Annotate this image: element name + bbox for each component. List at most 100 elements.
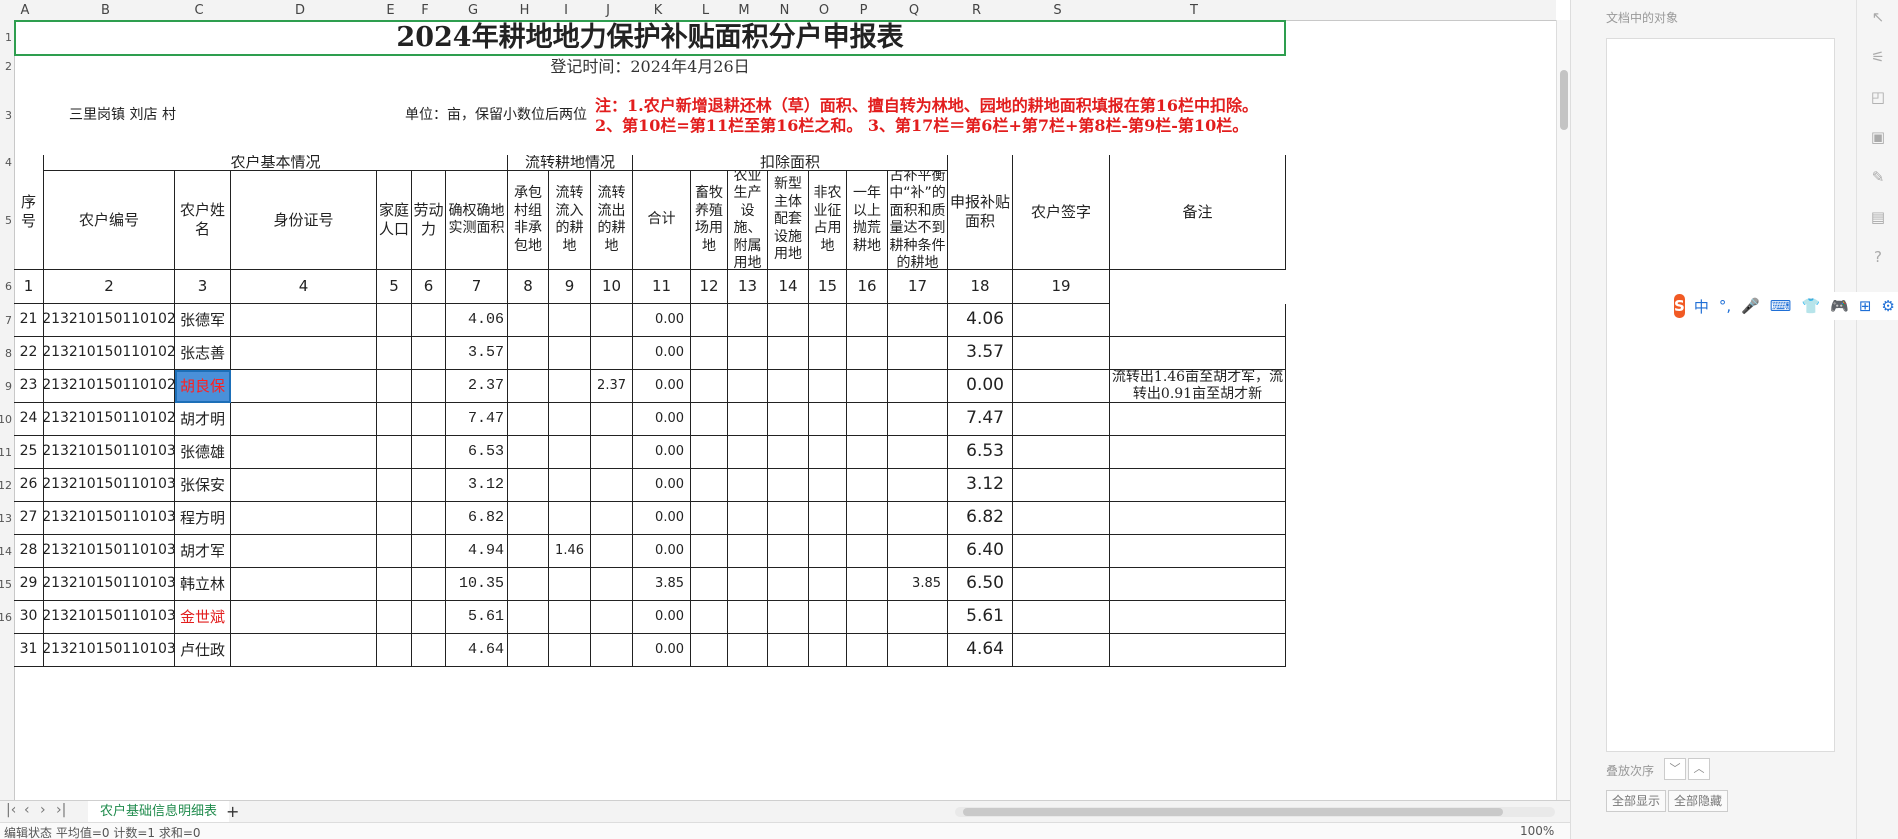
empty-cell[interactable] [231,436,377,469]
empty-cell[interactable] [691,403,728,436]
transfer-out[interactable] [591,337,633,370]
header-area[interactable]: 确权确地实测面积 [446,171,508,270]
empty-cell[interactable] [412,634,446,667]
header-h15[interactable]: 一年以上抛荒耕地 [847,171,888,270]
subsidy-area[interactable]: 6.50 [948,568,1013,601]
empty-cell[interactable] [728,502,768,535]
empty-cell[interactable] [728,469,768,502]
empty-cell[interactable] [377,634,412,667]
column-number[interactable]: 11 [633,270,691,304]
empty-cell[interactable] [691,337,728,370]
farmer-code[interactable]: 42132101501101031 [44,469,175,502]
column-number[interactable]: 3 [175,270,231,304]
compensation-area[interactable] [888,469,948,502]
row-seq[interactable]: 21 [14,304,44,337]
empty-cell[interactable] [377,568,412,601]
empty-cell[interactable] [412,568,446,601]
row-seq[interactable]: 24 [14,403,44,436]
empty-cell[interactable] [231,403,377,436]
deduct-total[interactable]: 0.00 [633,502,691,535]
column-letter[interactable]: Q [884,0,944,20]
header-signature[interactable]: 农户签字 [1013,155,1110,270]
empty-cell[interactable] [412,370,446,403]
empty-cell[interactable] [809,601,847,634]
transfer-out[interactable] [591,469,633,502]
empty-cell[interactable] [508,403,549,436]
empty-cell[interactable] [728,304,768,337]
objects-list[interactable] [1606,38,1835,752]
pointer-icon[interactable]: ↖ [1868,8,1888,26]
empty-cell[interactable] [809,535,847,568]
empty-cell[interactable] [847,568,888,601]
transfer-in[interactable]: 1.46 [549,535,591,568]
column-letter[interactable]: A [10,0,40,20]
subsidy-area[interactable]: 6.82 [948,502,1013,535]
column-number[interactable]: 8 [508,270,549,304]
column-number[interactable]: 2 [44,270,175,304]
subsidy-area[interactable]: 3.12 [948,469,1013,502]
transfer-out[interactable] [591,535,633,568]
row-number[interactable]: 10 [0,413,12,426]
row-number[interactable]: 7 [0,314,12,327]
row-seq[interactable]: 23 [14,370,44,403]
row-number[interactable]: 1 [0,31,12,44]
farmer-code[interactable]: 42132101501101033 [44,535,175,568]
empty-cell[interactable] [508,502,549,535]
farmer-code[interactable]: 42132101501101025 [44,304,175,337]
empty-cell[interactable] [691,304,728,337]
farmer-name[interactable]: 卢仕政 [175,634,231,667]
empty-cell[interactable] [847,469,888,502]
farmer-name[interactable]: 胡才明 [175,403,231,436]
empty-cell[interactable] [377,370,412,403]
remark-cell[interactable] [1110,535,1286,568]
empty-cell[interactable] [809,634,847,667]
empty-cell[interactable] [768,634,809,667]
empty-cell[interactable] [377,469,412,502]
empty-cell[interactable] [377,337,412,370]
add-sheet-icon[interactable]: + [226,802,239,821]
row-seq[interactable]: 28 [14,535,44,568]
row-number[interactable]: 5 [0,214,12,227]
empty-cell[interactable] [508,568,549,601]
empty-cell[interactable] [412,436,446,469]
farmer-name[interactable]: 张志善 [175,337,231,370]
empty-cell[interactable] [691,502,728,535]
row-seq[interactable]: 31 [14,634,44,667]
signature-cell[interactable] [1013,370,1110,403]
row-number[interactable]: 9 [0,380,12,393]
empty-cell[interactable] [728,436,768,469]
empty-cell[interactable] [847,601,888,634]
empty-cell[interactable] [847,634,888,667]
column-letter[interactable]: H [504,0,545,20]
move-down-button[interactable]: ﹀ [1664,758,1686,780]
empty-cell[interactable] [231,337,377,370]
column-letter[interactable]: F [408,0,442,20]
empty-cell[interactable] [231,568,377,601]
row-seq[interactable]: 22 [14,337,44,370]
transfer-out[interactable] [591,568,633,601]
ime-item[interactable]: ⌨ [1770,297,1792,315]
empty-cell[interactable] [508,634,549,667]
tools-icon[interactable]: ✎ [1868,168,1888,186]
transfer-out[interactable] [591,502,633,535]
column-number[interactable]: 17 [888,270,948,304]
empty-cell[interactable] [377,601,412,634]
column-number[interactable]: 4 [231,270,377,304]
transfer-in[interactable] [549,469,591,502]
empty-cell[interactable] [809,469,847,502]
empty-cell[interactable] [728,403,768,436]
compensation-area[interactable]: 3.85 [888,568,948,601]
row-header-bar[interactable]: 12345678910111213141516 [0,20,15,800]
header-h16[interactable]: 占补平衡中“补”的面积和质量达不到耕种条件的耕地 [888,171,948,270]
header-code[interactable]: 农户编号 [44,171,175,270]
farmer-code[interactable]: 42132101501101029 [44,403,175,436]
row-number[interactable]: 13 [0,512,12,525]
farmer-name[interactable]: 胡才军 [175,535,231,568]
empty-cell[interactable] [847,436,888,469]
farmer-code[interactable]: 42132101501101027 [44,337,175,370]
empty-cell[interactable] [768,601,809,634]
empty-cell[interactable] [508,304,549,337]
empty-cell[interactable] [508,337,549,370]
transfer-in[interactable] [549,304,591,337]
column-number[interactable]: 15 [809,270,847,304]
